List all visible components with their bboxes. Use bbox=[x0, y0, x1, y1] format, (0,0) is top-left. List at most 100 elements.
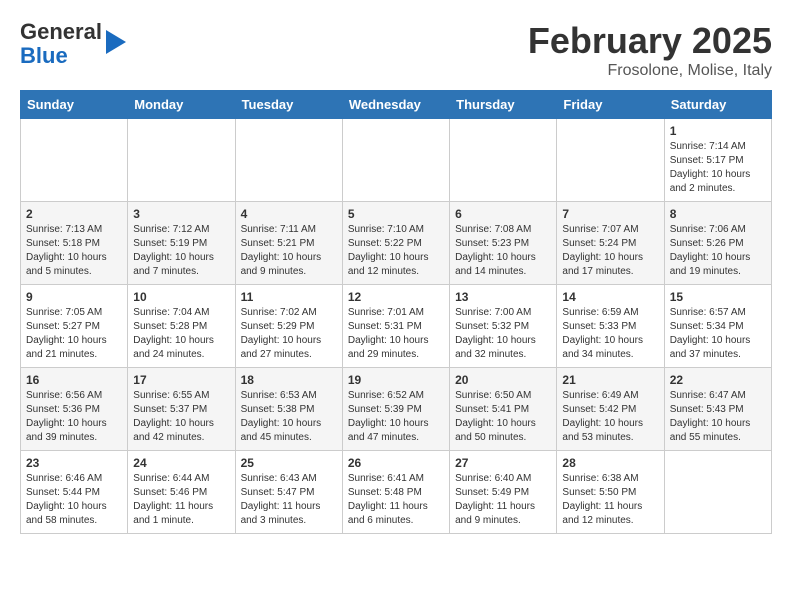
weekday-header-cell: Wednesday bbox=[342, 91, 449, 119]
calendar-day-cell bbox=[450, 119, 557, 202]
page-header: General Blue February 2025 Frosolone, Mo… bbox=[20, 20, 772, 80]
weekday-header-cell: Sunday bbox=[21, 91, 128, 119]
calendar-day-cell: 4 Sunrise: 7:11 AM Sunset: 5:21 PM Daylig… bbox=[235, 202, 342, 285]
logo-arrow-icon bbox=[106, 30, 126, 54]
day-number: 7 bbox=[562, 207, 658, 221]
day-info: Sunrise: 7:02 AM Sunset: 5:29 PM Dayligh… bbox=[241, 307, 322, 360]
day-info: Sunrise: 7:05 AM Sunset: 5:27 PM Dayligh… bbox=[26, 307, 107, 360]
day-info: Sunrise: 6:59 AM Sunset: 5:33 PM Dayligh… bbox=[562, 307, 643, 360]
day-info: Sunrise: 7:14 AM Sunset: 5:17 PM Dayligh… bbox=[670, 141, 751, 194]
day-info: Sunrise: 7:12 AM Sunset: 5:19 PM Dayligh… bbox=[133, 224, 214, 277]
day-number: 24 bbox=[133, 456, 229, 470]
calendar-day-cell bbox=[557, 119, 664, 202]
day-info: Sunrise: 6:55 AM Sunset: 5:37 PM Dayligh… bbox=[133, 390, 214, 443]
day-info: Sunrise: 7:11 AM Sunset: 5:21 PM Dayligh… bbox=[241, 224, 322, 277]
day-info: Sunrise: 6:49 AM Sunset: 5:42 PM Dayligh… bbox=[562, 390, 643, 443]
day-number: 28 bbox=[562, 456, 658, 470]
calendar-day-cell: 20 Sunrise: 6:50 AM Sunset: 5:41 PM Dayli… bbox=[450, 368, 557, 451]
day-info: Sunrise: 6:43 AM Sunset: 5:47 PM Dayligh… bbox=[241, 473, 321, 526]
logo-blue: Blue bbox=[20, 43, 68, 68]
calendar-week-row: 23 Sunrise: 6:46 AM Sunset: 5:44 PM Dayli… bbox=[21, 451, 772, 534]
day-info: Sunrise: 7:07 AM Sunset: 5:24 PM Dayligh… bbox=[562, 224, 643, 277]
calendar-day-cell bbox=[21, 119, 128, 202]
day-info: Sunrise: 7:01 AM Sunset: 5:31 PM Dayligh… bbox=[348, 307, 429, 360]
day-number: 18 bbox=[241, 373, 337, 387]
month-title: February 2025 bbox=[528, 20, 772, 62]
day-info: Sunrise: 6:56 AM Sunset: 5:36 PM Dayligh… bbox=[26, 390, 107, 443]
weekday-header-cell: Thursday bbox=[450, 91, 557, 119]
calendar-day-cell: 16 Sunrise: 6:56 AM Sunset: 5:36 PM Dayli… bbox=[21, 368, 128, 451]
calendar-day-cell bbox=[664, 451, 771, 534]
calendar-day-cell: 14 Sunrise: 6:59 AM Sunset: 5:33 PM Dayli… bbox=[557, 285, 664, 368]
calendar-day-cell: 5 Sunrise: 7:10 AM Sunset: 5:22 PM Daylig… bbox=[342, 202, 449, 285]
calendar-week-row: 1 Sunrise: 7:14 AM Sunset: 5:17 PM Daylig… bbox=[21, 119, 772, 202]
day-info: Sunrise: 6:38 AM Sunset: 5:50 PM Dayligh… bbox=[562, 473, 642, 526]
logo-general: General bbox=[20, 19, 102, 44]
calendar-day-cell: 12 Sunrise: 7:01 AM Sunset: 5:31 PM Dayli… bbox=[342, 285, 449, 368]
day-number: 4 bbox=[241, 207, 337, 221]
logo: General Blue bbox=[20, 20, 126, 68]
day-info: Sunrise: 6:53 AM Sunset: 5:38 PM Dayligh… bbox=[241, 390, 322, 443]
day-info: Sunrise: 7:13 AM Sunset: 5:18 PM Dayligh… bbox=[26, 224, 107, 277]
day-number: 8 bbox=[670, 207, 766, 221]
day-number: 20 bbox=[455, 373, 551, 387]
calendar-day-cell bbox=[235, 119, 342, 202]
day-number: 9 bbox=[26, 290, 122, 304]
day-number: 10 bbox=[133, 290, 229, 304]
calendar-day-cell: 9 Sunrise: 7:05 AM Sunset: 5:27 PM Daylig… bbox=[21, 285, 128, 368]
day-info: Sunrise: 7:04 AM Sunset: 5:28 PM Dayligh… bbox=[133, 307, 214, 360]
calendar-day-cell: 15Sunrise: 6:57 AM Sunset: 5:34 PM Dayli… bbox=[664, 285, 771, 368]
calendar-week-row: 9 Sunrise: 7:05 AM Sunset: 5:27 PM Daylig… bbox=[21, 285, 772, 368]
day-info: Sunrise: 6:50 AM Sunset: 5:41 PM Dayligh… bbox=[455, 390, 536, 443]
calendar-day-cell: 1 Sunrise: 7:14 AM Sunset: 5:17 PM Daylig… bbox=[664, 119, 771, 202]
day-number: 23 bbox=[26, 456, 122, 470]
day-info: Sunrise: 7:10 AM Sunset: 5:22 PM Dayligh… bbox=[348, 224, 429, 277]
day-number: 12 bbox=[348, 290, 444, 304]
day-number: 14 bbox=[562, 290, 658, 304]
weekday-header-cell: Monday bbox=[128, 91, 235, 119]
day-number: 13 bbox=[455, 290, 551, 304]
calendar-day-cell: 10 Sunrise: 7:04 AM Sunset: 5:28 PM Dayli… bbox=[128, 285, 235, 368]
day-number: 6 bbox=[455, 207, 551, 221]
day-info: Sunrise: 6:40 AM Sunset: 5:49 PM Dayligh… bbox=[455, 473, 535, 526]
day-info: Sunrise: 6:47 AM Sunset: 5:43 PM Dayligh… bbox=[670, 390, 751, 443]
day-number: 19 bbox=[348, 373, 444, 387]
day-info: Sunrise: 6:52 AM Sunset: 5:39 PM Dayligh… bbox=[348, 390, 429, 443]
calendar-day-cell: 28 Sunrise: 6:38 AM Sunset: 5:50 PM Dayli… bbox=[557, 451, 664, 534]
weekday-header-cell: Friday bbox=[557, 91, 664, 119]
calendar-day-cell: 19 Sunrise: 6:52 AM Sunset: 5:39 PM Dayli… bbox=[342, 368, 449, 451]
calendar-day-cell: 22Sunrise: 6:47 AM Sunset: 5:43 PM Dayli… bbox=[664, 368, 771, 451]
calendar-day-cell: 6 Sunrise: 7:08 AM Sunset: 5:23 PM Daylig… bbox=[450, 202, 557, 285]
day-number: 17 bbox=[133, 373, 229, 387]
calendar-day-cell: 7 Sunrise: 7:07 AM Sunset: 5:24 PM Daylig… bbox=[557, 202, 664, 285]
location-title: Frosolone, Molise, Italy bbox=[528, 62, 772, 80]
calendar-day-cell bbox=[128, 119, 235, 202]
calendar-day-cell: 18 Sunrise: 6:53 AM Sunset: 5:38 PM Dayli… bbox=[235, 368, 342, 451]
calendar-day-cell: 27 Sunrise: 6:40 AM Sunset: 5:49 PM Dayli… bbox=[450, 451, 557, 534]
day-number: 11 bbox=[241, 290, 337, 304]
day-number: 1 bbox=[670, 124, 766, 138]
day-number: 26 bbox=[348, 456, 444, 470]
calendar-day-cell: 13 Sunrise: 7:00 AM Sunset: 5:32 PM Dayli… bbox=[450, 285, 557, 368]
calendar-week-row: 16 Sunrise: 6:56 AM Sunset: 5:36 PM Dayli… bbox=[21, 368, 772, 451]
day-number: 21 bbox=[562, 373, 658, 387]
calendar-day-cell: 17 Sunrise: 6:55 AM Sunset: 5:37 PM Dayli… bbox=[128, 368, 235, 451]
day-number: 15 bbox=[670, 290, 766, 304]
day-info: Sunrise: 6:41 AM Sunset: 5:48 PM Dayligh… bbox=[348, 473, 428, 526]
day-number: 5 bbox=[348, 207, 444, 221]
day-number: 25 bbox=[241, 456, 337, 470]
title-area: February 2025 Frosolone, Molise, Italy bbox=[528, 20, 772, 80]
day-info: Sunrise: 7:08 AM Sunset: 5:23 PM Dayligh… bbox=[455, 224, 536, 277]
day-number: 27 bbox=[455, 456, 551, 470]
day-number: 16 bbox=[26, 373, 122, 387]
day-info: Sunrise: 7:00 AM Sunset: 5:32 PM Dayligh… bbox=[455, 307, 536, 360]
calendar-day-cell: 3 Sunrise: 7:12 AM Sunset: 5:19 PM Daylig… bbox=[128, 202, 235, 285]
day-info: Sunrise: 6:46 AM Sunset: 5:44 PM Dayligh… bbox=[26, 473, 107, 526]
calendar-day-cell: 23 Sunrise: 6:46 AM Sunset: 5:44 PM Dayli… bbox=[21, 451, 128, 534]
calendar-day-cell: 24 Sunrise: 6:44 AM Sunset: 5:46 PM Dayli… bbox=[128, 451, 235, 534]
day-info: Sunrise: 7:06 AM Sunset: 5:26 PM Dayligh… bbox=[670, 224, 751, 277]
day-info: Sunrise: 6:44 AM Sunset: 5:46 PM Dayligh… bbox=[133, 473, 213, 526]
logo-text: General Blue bbox=[20, 20, 102, 68]
calendar-day-cell bbox=[342, 119, 449, 202]
day-number: 3 bbox=[133, 207, 229, 221]
